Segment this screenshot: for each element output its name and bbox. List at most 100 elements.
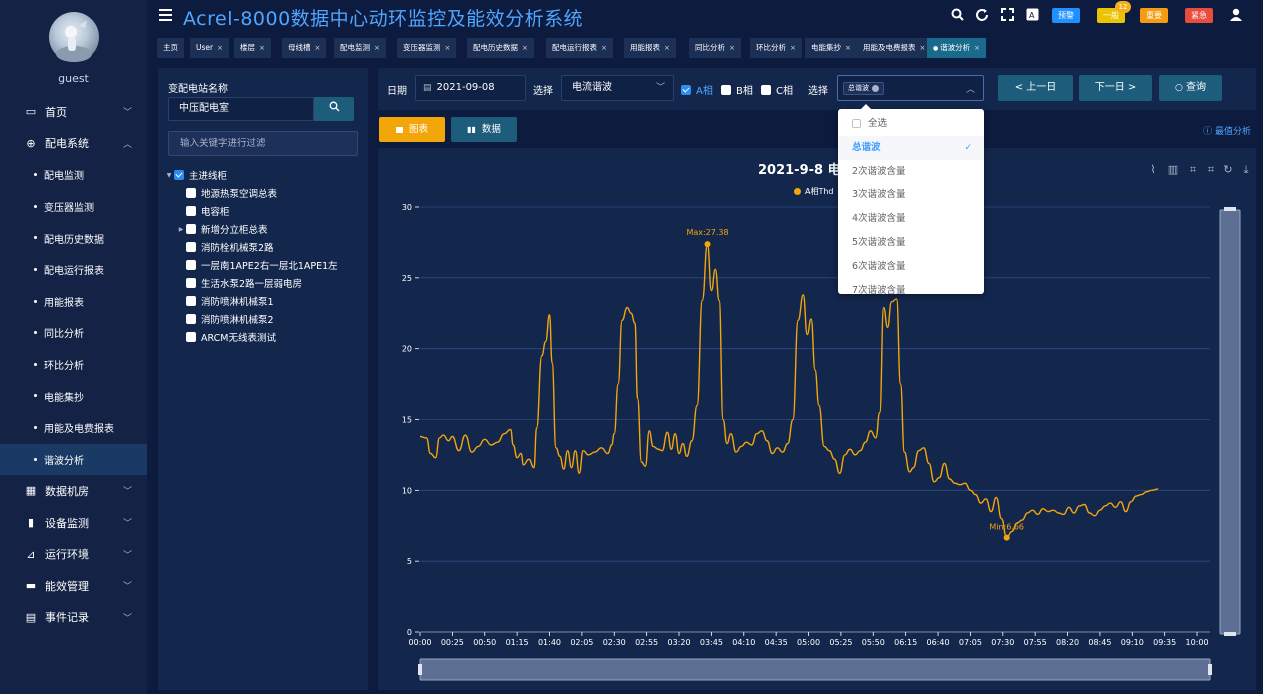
station-search-button[interactable] <box>314 97 354 121</box>
dropdown-option-1[interactable]: 总谐波 ✓ <box>838 135 984 160</box>
caret-icon[interactable]: ▼ <box>164 172 174 179</box>
close-icon[interactable]: × <box>790 44 796 52</box>
alarm-important-button[interactable]: 重要 <box>1140 8 1168 23</box>
tab-5[interactable]: 变压器监测 × <box>397 38 457 58</box>
sidebar-subitem-6[interactable]: 环比分析 <box>0 349 147 381</box>
tab-13[interactable]: ● 谐波分析 × <box>927 38 987 58</box>
harmonic-order-multiselect[interactable]: 总谐波 ︿ <box>837 75 984 101</box>
alarm-warning-button[interactable]: 预警 <box>1052 8 1080 23</box>
close-icon[interactable]: × <box>217 44 223 52</box>
translate-icon[interactable]: A <box>1024 8 1040 24</box>
tree-node[interactable]: 一层南1APE2右一层北1APE1左 <box>164 256 364 274</box>
sidebar-subitem-7[interactable]: 电能集抄 <box>0 380 147 412</box>
sidebar-subitem-9[interactable]: 谐波分析 <box>0 443 147 476</box>
tab-6[interactable]: 配电历史数据 × <box>467 38 534 58</box>
sidebar-item-0[interactable]: ▭ 首页 ﹀ <box>0 96 147 128</box>
tree-checkbox[interactable] <box>186 314 196 324</box>
harmonic-type-select[interactable]: 电流谐波 ﹀ <box>561 75 674 101</box>
phase-b-checkbox[interactable]: B相 <box>721 82 753 97</box>
tab-11[interactable]: 电能集抄 × <box>805 38 857 58</box>
previous-day-button[interactable]: < 上一日 <box>998 75 1073 101</box>
query-button[interactable]: ○ 查询 <box>1159 75 1222 101</box>
tree-node[interactable]: 消防喷淋机械泵1 <box>164 292 364 310</box>
tree-checkbox[interactable] <box>186 188 196 198</box>
tree-checkbox[interactable] <box>186 242 196 252</box>
phase-a-checkbox[interactable]: A相 <box>681 82 713 97</box>
hamburger-menu-icon[interactable] <box>159 9 172 21</box>
sidebar-subitem-8[interactable]: 用能及电费报表 <box>0 412 147 444</box>
tree-node[interactable]: 消防栓机械泵2路 <box>164 238 364 256</box>
sidebar-item-4[interactable]: ⊿ 运行环境 ﹀ <box>0 538 147 570</box>
close-icon[interactable]: × <box>974 44 980 52</box>
tab-2[interactable]: 楼层 × <box>234 38 271 58</box>
caret-icon[interactable]: ▶ <box>176 226 186 233</box>
dropdown-option-0[interactable]: 全选 <box>838 112 984 136</box>
tree-node[interactable]: 电容柜 <box>164 202 364 220</box>
close-icon[interactable]: × <box>664 44 670 52</box>
dropdown-option-2[interactable]: 2次谐波含量 <box>838 160 984 184</box>
tab-8[interactable]: 用能报表 × <box>624 38 676 58</box>
tree-node[interactable]: ARCM无线表测试 <box>164 328 364 346</box>
dropdown-option-5[interactable]: 5次谐波含量 <box>838 231 984 255</box>
close-icon[interactable]: × <box>259 44 265 52</box>
tree-node[interactable]: 地源热泵空调总表 <box>164 184 364 202</box>
tree-checkbox[interactable] <box>186 278 196 288</box>
date-picker[interactable]: ▤ 2021-09-08 <box>415 75 526 101</box>
sidebar-subitem-1[interactable]: 变压器监测 <box>0 191 147 223</box>
sidebar-subitem-3[interactable]: 配电运行报表 <box>0 254 147 286</box>
harmonic-tag[interactable]: 总谐波 <box>843 82 884 95</box>
dropdown-option-7[interactable]: 7次谐波含量 <box>838 279 984 303</box>
sidebar-item-2[interactable]: ▦ 数据机房 ﹀ <box>0 475 147 507</box>
tree-node[interactable]: 消防喷淋机械泵2 <box>164 310 364 328</box>
sidebar-subitem-0[interactable]: 配电监测 <box>0 159 147 191</box>
station-name-input[interactable]: 中压配电室 <box>168 97 314 121</box>
chart-view-button[interactable]: 图表 <box>379 117 445 142</box>
close-icon[interactable]: × <box>315 44 321 52</box>
tree-checkbox[interactable] <box>186 260 196 270</box>
close-icon[interactable]: × <box>601 44 607 52</box>
close-icon[interactable]: × <box>920 44 926 52</box>
tab-1[interactable]: User × <box>190 38 229 58</box>
next-day-button[interactable]: 下一日 > <box>1079 75 1152 101</box>
tree-node[interactable]: 生活水泵2路一层弱电房 <box>164 274 364 292</box>
dropdown-option-6[interactable]: 6次谐波含量 <box>838 255 984 279</box>
sidebar-item-3[interactable]: ▮ 设备监测 ﹀ <box>0 507 147 539</box>
alarm-general-button[interactable]: 一般 12 <box>1097 1 1131 23</box>
alarm-urgent-button[interactable]: 紧急 <box>1185 8 1213 23</box>
tab-0[interactable]: 主页 <box>157 38 184 58</box>
close-icon[interactable]: × <box>845 44 851 52</box>
peak-analysis-link[interactable]: ⓘ 最值分析 <box>1203 124 1251 137</box>
tree-checkbox[interactable] <box>186 224 196 234</box>
user-icon[interactable] <box>1228 8 1244 24</box>
tab-10[interactable]: 环比分析 × <box>750 38 802 58</box>
sidebar-item-5[interactable]: ▬ 能效管理 ﹀ <box>0 570 147 602</box>
data-view-button[interactable]: ▮▮ 数据 <box>451 117 517 142</box>
sidebar-subitem-5[interactable]: 同比分析 <box>0 317 147 349</box>
tab-3[interactable]: 母线槽 × <box>282 38 327 58</box>
close-icon[interactable]: × <box>522 44 528 52</box>
dropdown-option-4[interactable]: 4次谐波含量 <box>838 207 984 231</box>
close-icon[interactable]: × <box>729 44 735 52</box>
tab-7[interactable]: 配电运行报表 × <box>546 38 613 58</box>
tree-checkbox[interactable] <box>186 206 196 216</box>
select-all-checkbox[interactable] <box>852 119 861 128</box>
refresh-icon[interactable] <box>974 8 990 24</box>
tab-9[interactable]: 同比分析 × <box>689 38 741 58</box>
search-icon[interactable] <box>949 8 965 24</box>
avatar[interactable] <box>49 12 99 62</box>
sidebar-subitem-4[interactable]: 用能报表 <box>0 286 147 318</box>
tree-filter-input[interactable]: 输入关键字进行过滤 <box>168 131 358 156</box>
fullscreen-icon[interactable] <box>999 8 1015 24</box>
tree-checkbox[interactable] <box>186 332 196 342</box>
close-icon[interactable]: × <box>374 44 380 52</box>
dropdown-option-3[interactable]: 3次谐波含量 <box>838 183 984 207</box>
tab-12[interactable]: 用能及电费报表 × <box>857 38 932 58</box>
close-icon[interactable]: × <box>445 44 451 52</box>
tree-node[interactable]: ▼ 主进线柜 <box>164 166 364 184</box>
tree-checkbox[interactable] <box>186 296 196 306</box>
phase-c-checkbox[interactable]: C相 <box>761 82 793 97</box>
sidebar-item-6[interactable]: ▤ 事件记录 ﹀ <box>0 602 147 634</box>
close-icon[interactable] <box>872 84 879 92</box>
sidebar-subitem-2[interactable]: 配电历史数据 <box>0 222 147 254</box>
tab-4[interactable]: 配电监测 × <box>334 38 386 58</box>
